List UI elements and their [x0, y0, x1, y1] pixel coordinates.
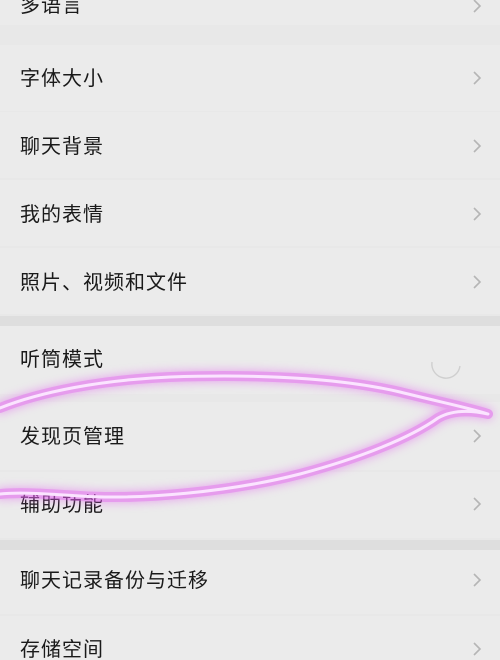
settings-item-earpiece-mode[interactable]: 听筒模式: [0, 326, 500, 394]
chevron-right-icon: [473, 642, 482, 656]
settings-item-discover-management[interactable]: 发现页管理: [0, 402, 500, 470]
settings-item-label: 存储空间: [20, 637, 104, 660]
settings-item-accessibility[interactable]: 辅助功能: [0, 472, 500, 538]
settings-item-label: 我的表情: [20, 202, 104, 226]
settings-item-storage[interactable]: 存储空间: [0, 616, 500, 660]
settings-item-label: 聊天记录备份与迁移: [20, 568, 209, 592]
settings-item-label: 发现页管理: [20, 424, 125, 448]
chevron-right-icon: [473, 0, 482, 13]
settings-screen: 多语言 字体大小 聊天背景 我的表情 照片、视频和文件 听筒模式 发现页管理 辅…: [0, 0, 500, 660]
section-divider: [0, 540, 500, 550]
toggle-switch-icon[interactable]: [426, 344, 462, 380]
settings-item-my-stickers[interactable]: 我的表情: [0, 180, 500, 246]
settings-item-label: 辅助功能: [20, 492, 104, 516]
chevron-right-icon: [473, 71, 482, 85]
settings-item-label: 听筒模式: [20, 347, 104, 371]
settings-item-label: 多语言: [20, 0, 83, 17]
settings-item-label: 聊天背景: [20, 134, 104, 158]
settings-item-language[interactable]: 多语言: [0, 0, 500, 25]
settings-item-chat-background[interactable]: 聊天背景: [0, 112, 500, 178]
chevron-right-icon: [473, 275, 482, 289]
settings-item-media-files[interactable]: 照片、视频和文件: [0, 248, 500, 314]
chevron-right-icon: [473, 139, 482, 153]
section-divider: [0, 316, 500, 326]
chevron-right-icon: [473, 429, 482, 443]
chevron-right-icon: [473, 573, 482, 587]
settings-item-chat-backup[interactable]: 聊天记录备份与迁移: [0, 550, 500, 614]
chevron-right-icon: [473, 207, 482, 221]
settings-item-font-size[interactable]: 字体大小: [0, 45, 500, 111]
settings-item-label: 照片、视频和文件: [20, 270, 188, 294]
chevron-right-icon: [473, 497, 482, 511]
settings-item-label: 字体大小: [20, 66, 104, 90]
